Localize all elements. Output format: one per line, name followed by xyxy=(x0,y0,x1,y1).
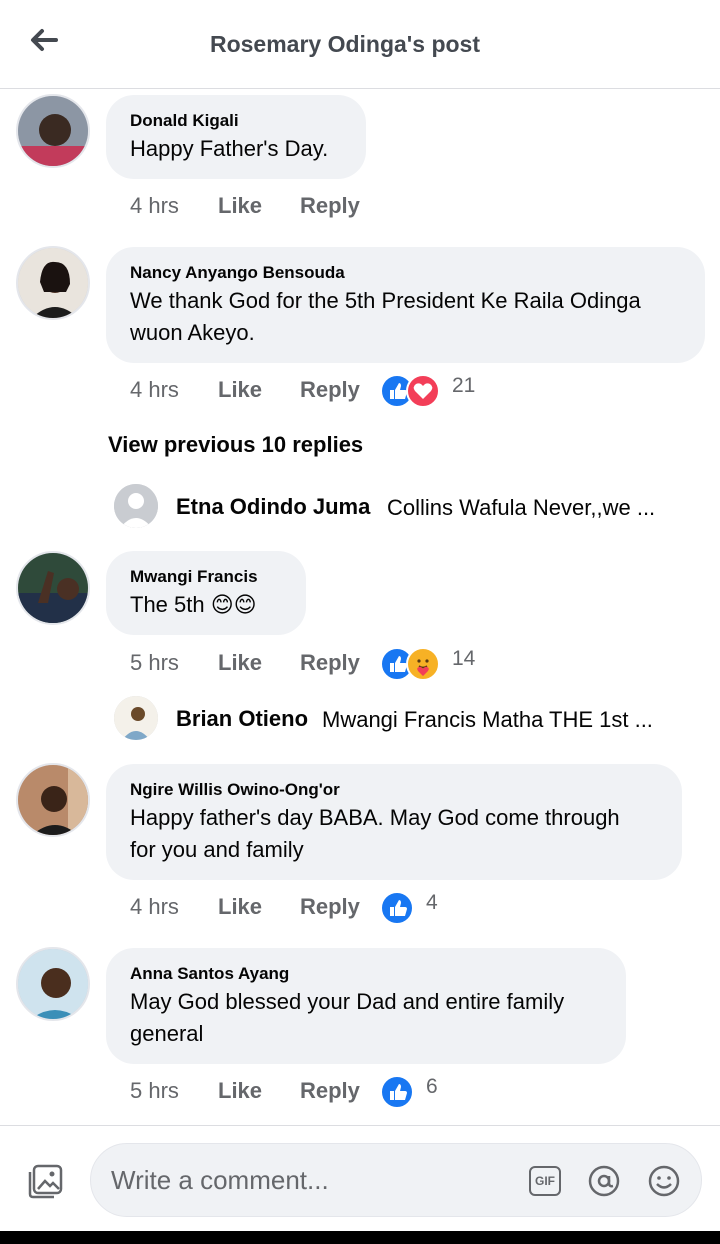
avatar[interactable] xyxy=(16,94,90,168)
page-title: Rosemary Odinga's post xyxy=(209,31,481,57)
comment-text: May God blessed your Dad and entire fami… xyxy=(130,989,565,1014)
photo-icon[interactable] xyxy=(26,1163,64,1199)
avatar[interactable] xyxy=(16,763,90,837)
like-button[interactable]: Like xyxy=(218,894,262,920)
avatar[interactable] xyxy=(16,551,90,625)
view-previous-replies-link[interactable]: View previous 10 replies xyxy=(108,432,363,458)
like-button[interactable]: Like xyxy=(218,193,262,219)
reaction-count: 4 xyxy=(426,891,438,914)
reply-preview[interactable]: Brian Otieno Mwangi Francis Matha THE 1s… xyxy=(114,696,714,742)
comment-author[interactable]: Nancy Anyango Bensouda xyxy=(130,261,681,285)
comment-text: We thank God for the 5th President Ke Ra… xyxy=(130,288,641,313)
reply-text: Collins Wafula Never,,we ... xyxy=(387,495,656,520)
reply-button[interactable]: Reply xyxy=(300,193,360,219)
comment-time[interactable]: 4 hrs xyxy=(130,894,179,920)
reaction-count: 14 xyxy=(452,647,476,670)
reply-text: Mwangi Francis Matha THE 1st ... xyxy=(322,707,653,732)
avatar[interactable] xyxy=(16,246,90,320)
reply-author[interactable]: Etna Odindo Juma xyxy=(176,494,370,520)
comment-text: Happy Father's Day. xyxy=(130,136,329,161)
comment-time[interactable]: 5 hrs xyxy=(130,650,179,676)
love-reaction-icon xyxy=(406,374,440,408)
comment-text: wuon Akeyo. xyxy=(130,320,255,345)
emoji-icon[interactable] xyxy=(647,1164,681,1198)
reply-button[interactable]: Reply xyxy=(300,650,360,676)
like-reaction-icon xyxy=(380,891,414,925)
comment-input-placeholder: Write a comment... xyxy=(111,1165,329,1195)
care-reaction-icon xyxy=(406,647,440,681)
system-navigation-bar xyxy=(0,1231,720,1244)
reply-preview[interactable]: Etna Odindo Juma Collins Wafula Never,,w… xyxy=(114,484,714,530)
comment-bubble[interactable]: Anna Santos Ayang May God blessed your D… xyxy=(106,948,626,1064)
like-button[interactable]: Like xyxy=(218,650,262,676)
comment-time[interactable]: 4 hrs xyxy=(130,193,179,219)
gif-button[interactable]: GIF xyxy=(529,1166,561,1196)
comment-composer: Write a comment... GIF xyxy=(0,1125,720,1231)
reply-button[interactable]: Reply xyxy=(300,1078,360,1104)
comment-author[interactable]: Anna Santos Ayang xyxy=(130,962,602,986)
like-button[interactable]: Like xyxy=(218,377,262,403)
avatar[interactable] xyxy=(114,696,158,740)
comment-bubble[interactable]: Nancy Anyango Bensouda We thank God for … xyxy=(106,247,705,363)
comment-input[interactable]: Write a comment... GIF xyxy=(90,1143,702,1217)
header: Rosemary Odinga's post xyxy=(0,0,720,89)
comment-author[interactable]: Mwangi Francis xyxy=(130,565,282,589)
like-button[interactable]: Like xyxy=(218,1078,262,1104)
comment-author[interactable]: Ngire Willis Owino-Ong'or xyxy=(130,778,658,802)
comment-time[interactable]: 4 hrs xyxy=(130,377,179,403)
comment-bubble[interactable]: Donald Kigali Happy Father's Day. xyxy=(106,95,366,179)
reply-button[interactable]: Reply xyxy=(300,894,360,920)
comment-bubble[interactable]: Mwangi Francis The 5th 😊😊 xyxy=(106,551,306,635)
comment-author[interactable]: Donald Kigali xyxy=(130,109,342,133)
avatar[interactable] xyxy=(16,947,90,1021)
reaction-count: 6 xyxy=(426,1075,438,1098)
comment-text: for you and family xyxy=(130,837,304,862)
like-reaction-icon xyxy=(380,1075,414,1109)
comment-text: general xyxy=(130,1021,204,1046)
reaction-count: 21 xyxy=(452,374,476,397)
comment-bubble[interactable]: Ngire Willis Owino-Ong'or Happy father's… xyxy=(106,764,682,880)
reply-button[interactable]: Reply xyxy=(300,377,360,403)
comment-text: Happy father's day BABA. May God come th… xyxy=(130,805,620,830)
comment-text: The 5th 😊😊 xyxy=(130,592,257,617)
reply-author[interactable]: Brian Otieno xyxy=(176,706,308,732)
comment-time[interactable]: 5 hrs xyxy=(130,1078,179,1104)
avatar[interactable] xyxy=(114,484,158,528)
mention-icon[interactable] xyxy=(587,1164,621,1198)
